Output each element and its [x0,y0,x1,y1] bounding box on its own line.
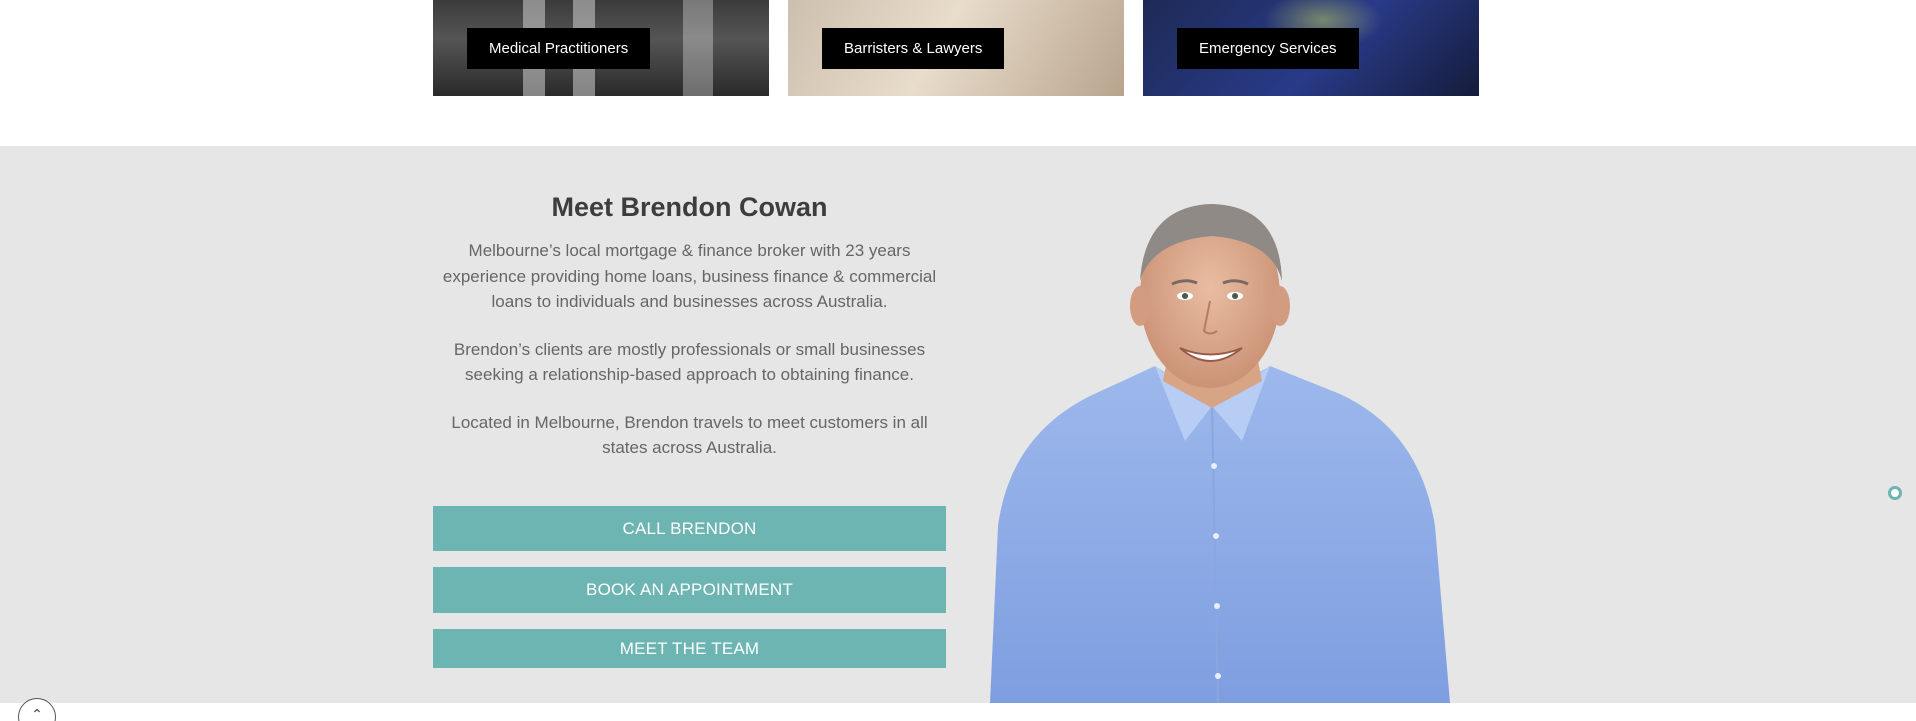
section-title: Meet Brendon Cowan [551,192,828,222]
location-paragraph: Located in Melbourne, Brendon travels to… [451,412,928,458]
scroll-indicator-dot[interactable] [1888,486,1902,500]
card-barristers-lawyers[interactable]: Barristers & Lawyers [788,0,1124,96]
footer-strip [0,703,1916,721]
card-label[interactable]: Emergency Services [1177,28,1359,69]
meet-brendon-section: Meet Brendon Cowan Melbourne’s local mor… [0,146,1916,703]
card-medical-practitioners[interactable]: Medical Practitioners [433,0,769,96]
clients-paragraph: Brendon’s clients are mostly professiona… [453,339,926,385]
service-cards-row: Medical Practitioners Barristers & Lawye… [0,0,1916,146]
photo-detail [683,0,713,96]
brendon-portrait [990,204,1450,703]
chevron-up-icon: ⌃ [31,706,43,721]
intro-paragraph: Melbourne’s local mortgage & finance bro… [442,241,937,311]
meet-the-team-button[interactable]: MEET THE TEAM [433,629,946,668]
card-label[interactable]: Barristers & Lawyers [822,28,1005,69]
meet-text-block: Meet Brendon Cowan Melbourne’s local mor… [433,190,946,483]
book-appointment-button[interactable]: BOOK AN APPOINTMENT [433,567,946,613]
card-emergency-services[interactable]: Emergency Services [1143,0,1479,96]
call-brendon-button[interactable]: CALL BRENDON [433,506,946,551]
card-label[interactable]: Medical Practitioners [467,28,651,69]
